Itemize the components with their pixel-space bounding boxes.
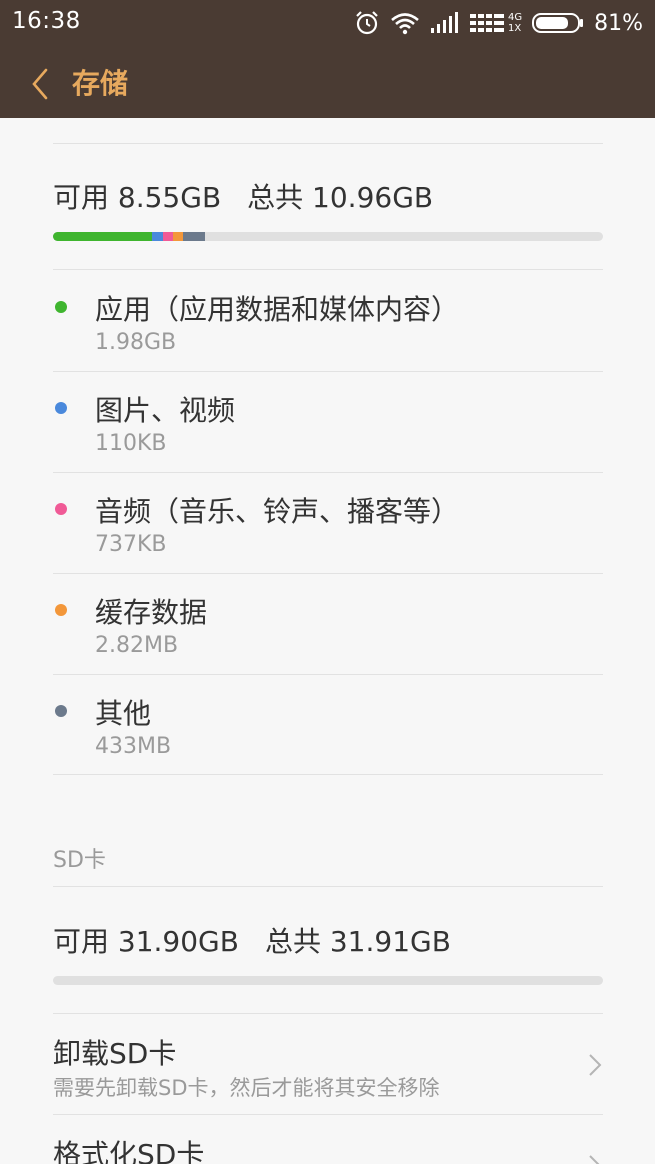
category-name: 应用（应用数据和媒体内容）: [95, 293, 460, 326]
divider: [53, 269, 603, 270]
category-name: 音频（音乐、铃声、播客等）: [95, 495, 460, 528]
usage-bar-segment: [152, 232, 163, 241]
page-title: 存储: [72, 67, 129, 100]
alarm-icon: [356, 11, 378, 35]
network-type-top: 4G: [507, 12, 523, 23]
usage-bar-segment: [53, 232, 152, 241]
status-time: 16:38: [12, 8, 81, 34]
wifi-icon: [391, 13, 419, 35]
battery-percent: 81%: [594, 10, 643, 36]
sd-capacity: 可用 31.90GB 总共 31.91GB: [53, 920, 477, 960]
internal-total: 总共 10.96GB: [247, 181, 434, 214]
usage-bar-segment: [183, 232, 205, 241]
category-size: 433MB: [95, 734, 172, 759]
category-color-dot: [55, 301, 67, 313]
title-bar: 存储: [0, 56, 655, 112]
usage-bar-segment: [163, 232, 173, 241]
signal-icon: [430, 12, 458, 33]
category-name: 图片、视频: [95, 394, 236, 427]
storage-category-row[interactable]: 缓存数据 2.82MB: [0, 574, 655, 674]
internal-available: 可用 8.55GB: [53, 181, 222, 214]
storage-category-row[interactable]: 音频（音乐、铃声、播客等） 737KB: [0, 473, 655, 573]
status-icons: 4G 1X 81%: [354, 8, 643, 38]
sd-usage-bar: [53, 976, 603, 985]
sd-available: 可用 31.90GB: [53, 925, 239, 958]
signal-4g-icon: 4G 1X: [469, 12, 523, 34]
storage-category-row[interactable]: 其他 433MB: [0, 675, 655, 775]
chevron-right-icon: [589, 1155, 600, 1164]
format-sd-title: 格式化SD卡: [53, 1138, 205, 1164]
chevron-right-icon: [589, 1054, 602, 1076]
battery-icon: [532, 13, 584, 33]
category-size: 737KB: [95, 532, 167, 557]
category-color-dot: [55, 604, 67, 616]
storage-category-row[interactable]: 应用（应用数据和媒体内容） 1.98GB: [0, 271, 655, 371]
category-name: 缓存数据: [95, 596, 208, 629]
divider: [53, 143, 603, 144]
sd-section-title: SD卡: [53, 848, 106, 873]
storage-category-row[interactable]: 图片、视频 110KB: [0, 372, 655, 472]
format-sd-button[interactable]: 格式化SD卡: [0, 1115, 655, 1164]
category-name: 其他: [95, 697, 152, 730]
chevron-left-icon[interactable]: [24, 64, 58, 104]
network-type-bottom: 1X: [507, 23, 522, 34]
divider: [53, 886, 603, 887]
category-size: 2.82MB: [95, 633, 179, 658]
divider: [53, 774, 603, 775]
unmount-sd-button[interactable]: 卸载SD卡 需要先卸载SD卡，然后才能将其安全移除: [0, 1014, 655, 1114]
category-size: 1.98GB: [95, 330, 177, 355]
internal-capacity: 可用 8.55GB 总共 10.96GB: [53, 176, 459, 216]
unmount-sd-subtitle: 需要先卸载SD卡，然后才能将其安全移除: [53, 1076, 440, 1100]
category-size: 110KB: [95, 431, 167, 456]
storage-content[interactable]: — · — 可用 8.55GB 总共 10.96GB 应用（应用数据和媒体内容） 1…: [0, 118, 655, 1164]
status-bar: 16:38 4G 1X 81%: [0, 0, 655, 46]
category-color-dot: [55, 402, 67, 414]
sd-total: 总共 31.91GB: [264, 925, 451, 958]
app-header: 16:38 4G 1X 81% 存储: [0, 0, 655, 118]
internal-usage-bar: [53, 232, 603, 241]
category-color-dot: [55, 705, 67, 717]
category-color-dot: [55, 503, 67, 515]
usage-bar-segment: [173, 232, 183, 241]
clipped-section-title: — · —: [53, 118, 124, 124]
unmount-sd-title: 卸载SD卡: [53, 1037, 177, 1070]
